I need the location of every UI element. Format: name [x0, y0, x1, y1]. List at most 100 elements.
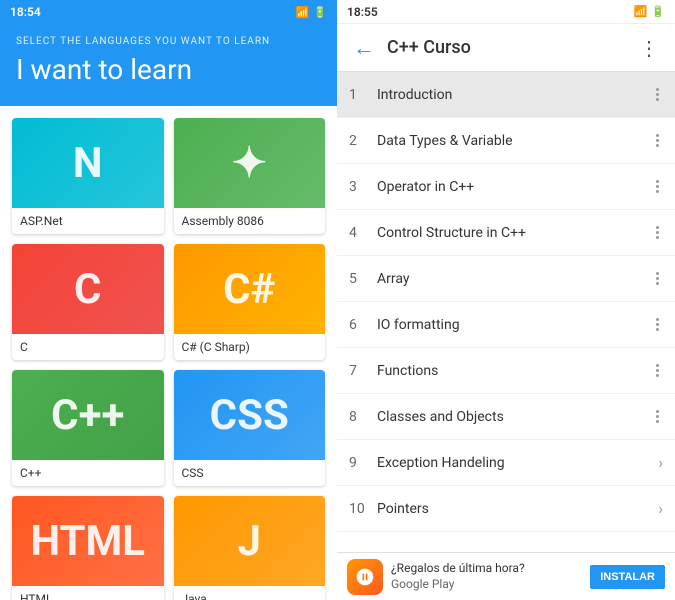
- item-num-10: 10: [349, 501, 373, 517]
- dots-icon-4: [652, 226, 663, 239]
- lang-card-aspnet[interactable]: N ASP.Net: [12, 118, 164, 234]
- lang-card-java[interactable]: J Java: [174, 496, 326, 600]
- left-time: 18:54: [10, 5, 41, 19]
- dots-icon-6: [652, 318, 663, 331]
- card-image-cpp: C++: [12, 370, 164, 460]
- install-button[interactable]: INSTALAR: [590, 565, 665, 589]
- wifi-icon: 🔋: [313, 6, 327, 19]
- lang-card-cpp[interactable]: C++ C++: [12, 370, 164, 486]
- card-icon-html: HTML: [30, 517, 145, 566]
- card-icon-csharp: C#: [223, 265, 275, 314]
- card-icon-c: C: [74, 265, 101, 314]
- card-label-css: CSS: [174, 460, 326, 486]
- item-title-7: Functions: [373, 363, 652, 379]
- ad-headline: ¿Regalos de última hora?: [391, 561, 582, 577]
- more-button[interactable]: ⋮: [631, 32, 667, 64]
- card-icon-aspnet: N: [73, 139, 103, 188]
- course-item-3[interactable]: 3 Operator in C++: [337, 164, 675, 210]
- dots-icon-7: [652, 364, 663, 377]
- left-status-icons: 📶 🔋: [296, 6, 327, 19]
- course-item-4[interactable]: 4 Control Structure in C++: [337, 210, 675, 256]
- dots-icon-2: [652, 134, 663, 147]
- card-image-html: HTML: [12, 496, 164, 586]
- right-battery-icon: 🔋: [651, 5, 665, 18]
- card-label-csharp: C# (C Sharp): [174, 334, 326, 360]
- item-num-8: 8: [349, 409, 373, 425]
- card-label-java: Java: [174, 586, 326, 600]
- item-num-1: 1: [349, 87, 373, 103]
- item-title-2: Data Types & Variable: [373, 133, 652, 149]
- chevron-icon-9: ›: [658, 453, 663, 472]
- course-item-1[interactable]: 1 Introduction: [337, 72, 675, 118]
- card-label-html: HTML: [12, 586, 164, 600]
- right-signal-icon: 📶: [634, 5, 648, 18]
- right-time: 18:55: [347, 5, 378, 19]
- course-item-2[interactable]: 2 Data Types & Variable: [337, 118, 675, 164]
- lang-card-c[interactable]: C C: [12, 244, 164, 360]
- left-panel: 18:54 📶 🔋 SELECT THE LANGUAGES YOU WANT …: [0, 0, 337, 600]
- item-title-4: Control Structure in C++: [373, 225, 652, 241]
- left-status-bar: 18:54 📶 🔋: [0, 0, 337, 24]
- right-header: ← C++ Curso ⋮: [337, 24, 675, 72]
- card-image-css: CSS: [174, 370, 326, 460]
- course-title: C++ Curso: [383, 37, 631, 58]
- course-list: 1 Introduction 2 Data Types & Variable 3…: [337, 72, 675, 552]
- item-num-7: 7: [349, 363, 373, 379]
- right-panel: 18:55 📶 🔋 ← C++ Curso ⋮ 1 Introduction 2…: [337, 0, 675, 600]
- card-icon-asm: ✦: [232, 138, 267, 188]
- card-icon-cpp: C++: [51, 391, 124, 440]
- right-status-bar: 18:55 📶 🔋: [337, 0, 675, 24]
- ad-subtext: Google Play: [391, 577, 582, 593]
- course-item-7[interactable]: 7 Functions: [337, 348, 675, 394]
- course-item-5[interactable]: 5 Array: [337, 256, 675, 302]
- left-subtitle: SELECT THE LANGUAGES YOU WANT TO LEARN: [16, 36, 321, 47]
- dots-icon-8: [652, 410, 663, 423]
- item-title-6: IO formatting: [373, 317, 652, 333]
- item-title-5: Array: [373, 271, 652, 287]
- dots-icon-3: [652, 180, 663, 193]
- course-item-8[interactable]: 8 Classes and Objects: [337, 394, 675, 440]
- card-label-aspnet: ASP.Net: [12, 208, 164, 234]
- lang-card-asm[interactable]: ✦ Assembly 8086: [174, 118, 326, 234]
- item-num-2: 2: [349, 133, 373, 149]
- course-item-10[interactable]: 10 Pointers ›: [337, 486, 675, 532]
- card-label-asm: Assembly 8086: [174, 208, 326, 234]
- ad-banner: ¿Regalos de última hora? Google Play INS…: [337, 552, 675, 600]
- right-status-icons: 📶 🔋: [634, 5, 665, 18]
- item-title-1: Introduction: [373, 87, 652, 103]
- card-image-asm: ✦: [174, 118, 326, 208]
- chevron-icon-10: ›: [658, 499, 663, 518]
- item-num-3: 3: [349, 179, 373, 195]
- ad-icon: [347, 559, 383, 595]
- card-image-csharp: C#: [174, 244, 326, 334]
- ad-text: ¿Regalos de última hora? Google Play: [391, 561, 582, 592]
- signal-icon: 📶: [296, 6, 310, 19]
- card-image-c: C: [12, 244, 164, 334]
- dots-icon-5: [652, 272, 663, 285]
- item-num-9: 9: [349, 455, 373, 471]
- left-header: SELECT THE LANGUAGES YOU WANT TO LEARN I…: [0, 24, 337, 106]
- card-icon-java: J: [238, 517, 261, 566]
- card-image-java: J: [174, 496, 326, 586]
- back-button[interactable]: ←: [345, 31, 383, 65]
- card-label-c: C: [12, 334, 164, 360]
- lang-card-html[interactable]: HTML HTML: [12, 496, 164, 600]
- item-title-3: Operator in C++: [373, 179, 652, 195]
- item-title-8: Classes and Objects: [373, 409, 652, 425]
- left-content: N ASP.Net ✦ Assembly 8086 C C C# C# (C S…: [0, 106, 337, 600]
- dots-icon-1: [652, 88, 663, 101]
- course-item-9[interactable]: 9 Exception Handeling ›: [337, 440, 675, 486]
- left-title: I want to learn: [16, 53, 321, 86]
- item-title-9: Exception Handeling: [373, 455, 658, 471]
- course-item-6[interactable]: 6 IO formatting: [337, 302, 675, 348]
- item-num-4: 4: [349, 225, 373, 241]
- language-grid: N ASP.Net ✦ Assembly 8086 C C C# C# (C S…: [12, 118, 325, 600]
- card-label-cpp: C++: [12, 460, 164, 486]
- item-num-6: 6: [349, 317, 373, 333]
- lang-card-csharp[interactable]: C# C# (C Sharp): [174, 244, 326, 360]
- card-image-aspnet: N: [12, 118, 164, 208]
- card-icon-css: CSS: [210, 391, 289, 440]
- item-title-10: Pointers: [373, 501, 658, 517]
- item-num-5: 5: [349, 271, 373, 287]
- lang-card-css[interactable]: CSS CSS: [174, 370, 326, 486]
